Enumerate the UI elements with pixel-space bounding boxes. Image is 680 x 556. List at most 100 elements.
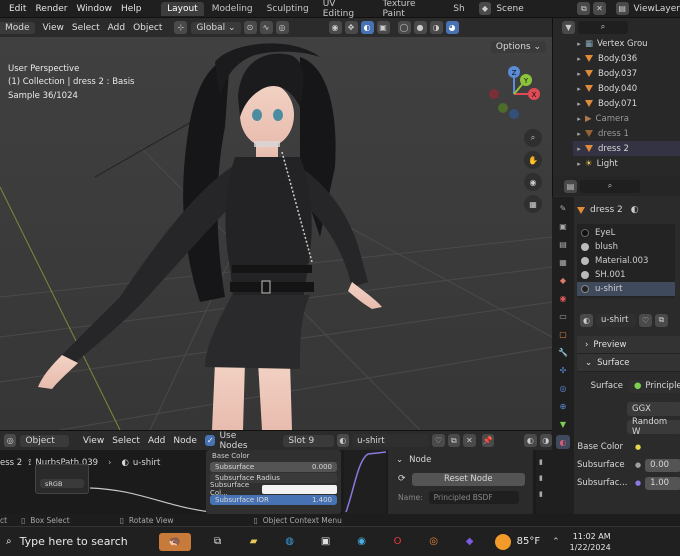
clock[interactable]: 11:02 AM 1/22/2024 bbox=[570, 531, 611, 553]
edge-icon[interactable]: ◍ bbox=[281, 533, 299, 551]
shading-solid-icon[interactable]: ● bbox=[413, 21, 427, 34]
outliner-item[interactable]: ▸ Body.037 bbox=[573, 66, 680, 81]
view-layer-name[interactable]: ViewLayer bbox=[634, 4, 680, 14]
material-slot[interactable]: EyeL bbox=[577, 226, 675, 240]
proportional-icon[interactable]: ◎ bbox=[275, 21, 289, 34]
outliner-item-selected[interactable]: ▸ dress 2 bbox=[573, 141, 680, 156]
search-highlight-icon[interactable]: 🦔 bbox=[158, 532, 191, 551]
weather-temp[interactable]: 85°F bbox=[517, 536, 540, 547]
outliner-item[interactable]: ▸ ▶ Camera bbox=[573, 111, 680, 126]
surface-shader-field[interactable]: ● Principle bbox=[629, 379, 680, 393]
expand-icon[interactable]: ▸ bbox=[573, 115, 585, 123]
tab-modeling[interactable]: Modeling bbox=[206, 2, 259, 16]
gizmo-toggle-icon[interactable]: ✥ bbox=[344, 21, 358, 34]
expand-icon[interactable]: ▸ bbox=[573, 40, 585, 48]
principled-bsdf-node[interactable]: Base Color Subsurface 0.000 Subsurface Ra… bbox=[206, 450, 341, 514]
visibility-icon[interactable]: ◉ bbox=[328, 21, 342, 34]
weather-icon[interactable] bbox=[494, 533, 511, 550]
use-nodes-checkbox[interactable]: ✓ bbox=[204, 435, 216, 446]
close-scene-icon[interactable]: ✕ bbox=[593, 2, 606, 15]
output-tab-icon[interactable]: ▤ bbox=[556, 237, 570, 251]
subsurface-radius-field[interactable]: 1.00 bbox=[645, 476, 680, 490]
blender-icon[interactable]: ◎ bbox=[425, 533, 443, 551]
copy-scene-icon[interactable]: ⧉ bbox=[577, 2, 591, 15]
slot-dropdown[interactable]: Slot 9 bbox=[283, 434, 334, 447]
snap-icon[interactable]: ∿ bbox=[259, 21, 273, 34]
bsdf-subsurface-field[interactable]: Subsurface 0.000 bbox=[210, 462, 337, 472]
node-menu-node[interactable]: Node bbox=[173, 436, 197, 446]
world-tab-icon[interactable]: ◉ bbox=[556, 291, 570, 305]
tool-tab-icon[interactable]: ▮ bbox=[539, 474, 552, 482]
taskbar-search-input[interactable]: Type here to search bbox=[20, 535, 145, 548]
particles-tab-icon[interactable]: ✣ bbox=[556, 363, 570, 377]
image-texture-node[interactable]: sRGB bbox=[35, 464, 89, 494]
unlink-icon[interactable]: ✕ bbox=[463, 434, 476, 447]
duplicate-material-icon[interactable]: ⧉ bbox=[655, 313, 668, 327]
overlay-icon[interactable]: ◑ bbox=[539, 434, 553, 447]
menu-view[interactable]: View bbox=[43, 23, 64, 33]
node-material-field[interactable]: u-shirt bbox=[352, 434, 430, 447]
material-slot[interactable]: blush bbox=[577, 240, 675, 254]
tab-layout[interactable]: Layout bbox=[161, 1, 204, 16]
material-name-field[interactable]: u-shirt bbox=[596, 313, 636, 327]
pan-hand-icon[interactable]: ✋ bbox=[524, 151, 542, 169]
fake-user-icon[interactable]: ♡ bbox=[639, 313, 652, 327]
scene-icon[interactable]: ◆ bbox=[478, 2, 492, 15]
properties-search-input[interactable]: ⌕ bbox=[580, 179, 640, 193]
node-editor-type-icon[interactable]: ◎ bbox=[4, 434, 17, 447]
view-layer-tab-icon[interactable]: ▦ bbox=[556, 255, 570, 269]
material-tab-icon[interactable]: ◐ bbox=[556, 435, 570, 449]
node-tab-icon[interactable]: ▮ bbox=[539, 458, 552, 466]
tab-shading[interactable]: Sh bbox=[447, 2, 470, 16]
colorspace-dropdown[interactable]: sRGB bbox=[40, 479, 84, 488]
view-tab-icon[interactable]: ▮ bbox=[539, 490, 552, 498]
menu-select[interactable]: Select bbox=[72, 23, 100, 33]
grid-view-icon[interactable]: ▦ bbox=[524, 195, 542, 213]
properties-editor-icon[interactable]: ▤ bbox=[564, 179, 577, 193]
overlay-icon[interactable]: ◐ bbox=[360, 21, 374, 34]
outliner-item[interactable]: ▸ Body.040 bbox=[573, 81, 680, 96]
distribution-dropdown[interactable]: GGX bbox=[627, 402, 680, 416]
view-layer-icon[interactable]: ▤ bbox=[615, 2, 629, 15]
expand-icon[interactable]: ▸ bbox=[573, 160, 585, 168]
menu-render[interactable]: Render bbox=[35, 4, 67, 14]
app-icon[interactable]: ◆ bbox=[461, 533, 479, 551]
duplicate-material-icon[interactable]: ⧉ bbox=[447, 434, 461, 447]
outliner-item[interactable]: ▸ ☀ Light bbox=[573, 156, 680, 171]
navigation-gizmo[interactable]: Z X Y bbox=[486, 64, 542, 120]
node-name-field[interactable]: Principled BSDF bbox=[428, 490, 519, 504]
data-tab-icon[interactable]: ▼ bbox=[556, 417, 570, 431]
node-menu-select[interactable]: Select bbox=[112, 436, 140, 446]
outliner-search-input[interactable]: ⌕ bbox=[578, 20, 628, 34]
expand-icon[interactable]: ▸ bbox=[573, 55, 585, 63]
scene-name[interactable]: Scene bbox=[496, 4, 574, 14]
fake-user-icon[interactable]: ♡ bbox=[432, 434, 445, 447]
expand-icon[interactable]: ▸ bbox=[573, 70, 585, 78]
zoom-icon[interactable]: ⌕ bbox=[524, 129, 542, 147]
object-tab-icon[interactable]: ▢ bbox=[556, 327, 570, 341]
camera-view-icon[interactable]: ◉ bbox=[524, 173, 542, 191]
socket-icon[interactable]: ● bbox=[635, 479, 641, 487]
options-dropdown[interactable]: Options ⌄ bbox=[490, 41, 546, 53]
orientation-icon[interactable]: ⊹ bbox=[174, 21, 188, 34]
orientation-dropdown[interactable]: Global ⌄ bbox=[191, 21, 241, 34]
outliner-item[interactable]: ▸ Body.036 bbox=[573, 51, 680, 66]
tray-chevron-icon[interactable]: ⌃ bbox=[552, 537, 560, 547]
bsdf-subsurface-ior-field[interactable]: Subsurface IOR 1.400 bbox=[210, 495, 337, 505]
outliner-item[interactable]: ▸ ▦ Vertex Grou bbox=[573, 36, 680, 51]
material-browse-icon[interactable]: ◐ bbox=[580, 313, 593, 327]
socket-icon[interactable]: ● bbox=[635, 461, 641, 469]
menu-window[interactable]: Window bbox=[76, 4, 112, 14]
xray-icon[interactable]: ▣ bbox=[376, 21, 390, 34]
node-menu-add[interactable]: Add bbox=[148, 436, 165, 446]
node-sidebar-header[interactable]: ⌄ Node bbox=[388, 450, 533, 470]
steam-icon[interactable]: ◉ bbox=[353, 533, 371, 551]
pin-icon[interactable]: 📌 bbox=[481, 434, 495, 447]
reset-node-button[interactable]: Reset Node bbox=[411, 472, 525, 486]
outliner-item[interactable]: ▸ dress 1 bbox=[573, 126, 680, 141]
expand-icon[interactable]: ▸ bbox=[573, 85, 585, 93]
preview-panel-header[interactable]: › Preview bbox=[577, 336, 680, 354]
3d-viewport[interactable]: User Perspective (1) Collection | dress … bbox=[0, 37, 552, 430]
modifier-tab-icon[interactable]: 🔧 bbox=[556, 345, 570, 359]
subsurface-value-field[interactable]: 0.00 bbox=[645, 458, 680, 472]
